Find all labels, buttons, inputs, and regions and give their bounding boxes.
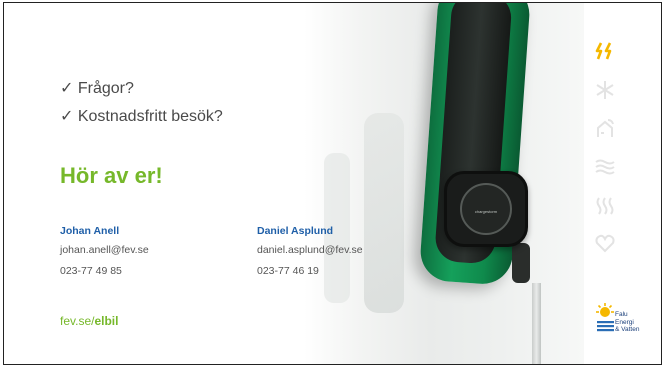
contact-email[interactable]: johan.anell@fev.se xyxy=(60,244,149,256)
contact-name: Johan Anell xyxy=(60,225,120,237)
ev-charger-socket: chargestorm xyxy=(444,171,528,247)
charger-brand-label: chargestorm xyxy=(474,209,498,214)
socket-ring: chargestorm xyxy=(460,183,512,235)
website-link[interactable]: fev.se/elbil xyxy=(60,314,118,328)
electricity-icon xyxy=(595,42,612,60)
slide: chargestorm ✓ Frågor? ✓ Kostnadsfritt be… xyxy=(3,2,662,365)
sidebar-icons: Falu Energi & Vatten xyxy=(586,3,661,364)
falu-energi-logo: Falu Energi & Vatten xyxy=(596,301,656,341)
ev-charger-cable xyxy=(512,243,530,283)
question-item: ✓ Frågor? xyxy=(60,78,134,98)
website-prefix: fev.se/ xyxy=(60,314,95,328)
contact-phone: 023-77 46 19 xyxy=(257,265,319,277)
contact-phone: 023-77 49 85 xyxy=(60,265,122,277)
heat-icon xyxy=(596,197,614,215)
check-icon: ✓ xyxy=(60,80,74,97)
check-icon: ✓ xyxy=(60,108,74,125)
water-waves-icon xyxy=(595,159,615,175)
question-item: ✓ Kostnadsfritt besök? xyxy=(60,106,223,126)
logo-text: Falu Energi & Vatten xyxy=(615,311,640,333)
heart-icon xyxy=(595,234,615,253)
conduit-pipe xyxy=(532,283,541,364)
question-text: Frågor? xyxy=(77,80,134,97)
contact-name: Daniel Asplund xyxy=(257,225,334,237)
contact-email[interactable]: daniel.asplund@fev.se xyxy=(257,244,363,256)
background-charger-blur xyxy=(364,113,404,313)
charger-photo: chargestorm xyxy=(304,3,584,364)
house-signal-icon xyxy=(597,119,614,137)
headline: Hör av er! xyxy=(60,163,163,188)
website-bold: elbil xyxy=(94,314,119,328)
snowflake-icon xyxy=(596,81,614,99)
sun-water-icon xyxy=(596,303,614,332)
question-text: Kostnadsfritt besök? xyxy=(77,108,223,125)
